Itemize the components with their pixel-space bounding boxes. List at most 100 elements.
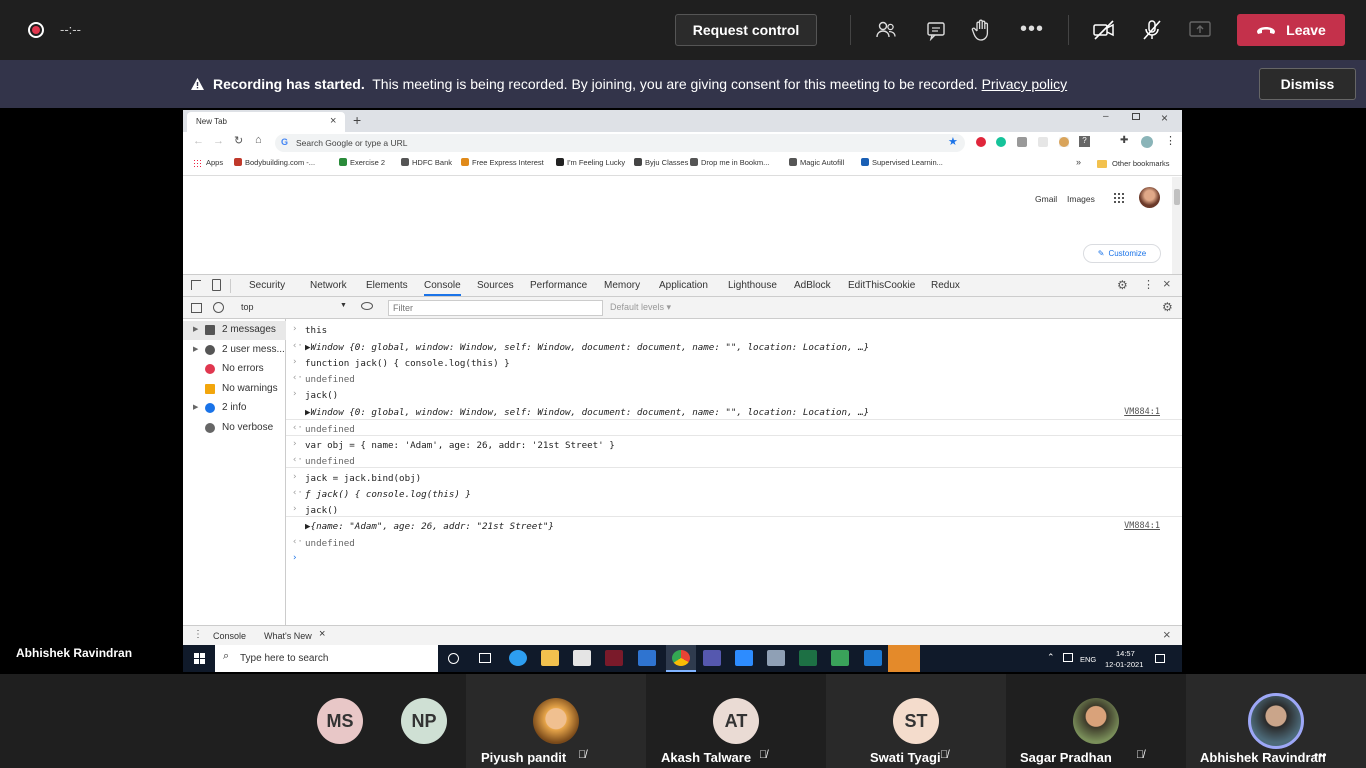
drawer-tab-close-icon[interactable]: × xyxy=(319,628,325,640)
bookmark-item[interactable]: Supervised Learnin... xyxy=(861,158,943,172)
vscode-icon[interactable] xyxy=(864,650,882,666)
console-sidebar-item[interactable]: No verbose xyxy=(183,419,286,438)
tab-close-icon[interactable]: × xyxy=(330,115,336,127)
more-options-icon[interactable]: ••• xyxy=(1314,748,1327,762)
language-indicator[interactable]: ENG xyxy=(1080,655,1096,664)
task-view-icon[interactable] xyxy=(479,653,491,663)
forward-icon[interactable]: → xyxy=(213,135,224,147)
google-apps-icon[interactable] xyxy=(1113,192,1124,203)
participant-tile[interactable]: MS xyxy=(300,674,382,768)
console-line[interactable]: › jack() xyxy=(286,387,1182,404)
extensions-puzzle-icon[interactable]: ✚ xyxy=(1120,135,1128,146)
devtools-tab-performance[interactable]: Performance xyxy=(530,280,587,291)
apps-icon[interactable] xyxy=(193,159,202,168)
bookmark-item[interactable]: Exercise 2 xyxy=(339,158,385,172)
teams-icon[interactable] xyxy=(703,650,721,666)
extension-help-icon[interactable]: ? xyxy=(1079,136,1090,147)
console-sidebar-item[interactable]: No warnings xyxy=(183,380,286,399)
file-explorer-icon[interactable] xyxy=(541,650,559,666)
extension-grammarly-icon[interactable] xyxy=(996,137,1006,147)
participant-tile[interactable]: Piyush pandit 🎙̸ xyxy=(466,674,646,768)
devtools-tab-memory[interactable]: Memory xyxy=(604,280,640,291)
bookmark-item[interactable]: Apps xyxy=(206,158,223,172)
minimize-icon[interactable]: – xyxy=(1103,111,1109,122)
live-expression-eye-icon[interactable] xyxy=(361,302,373,310)
devtools-tab-editthiscookie[interactable]: EditThisCookie xyxy=(848,280,915,291)
participant-tile[interactable]: AT Akash Talware 🎙̸ xyxy=(646,674,826,768)
drawer-close-icon[interactable]: × xyxy=(1163,627,1171,642)
active-app-taskbar-item[interactable] xyxy=(888,645,920,672)
clock-time[interactable]: 14:57 xyxy=(1116,649,1135,658)
participant-tile[interactable]: Abhishek Ravindran ••• xyxy=(1186,674,1366,768)
chat-icon[interactable] xyxy=(925,19,947,41)
mail-icon[interactable] xyxy=(638,650,656,666)
participant-tile[interactable]: ST Swati Tyagi 🎙̸ xyxy=(826,674,1006,768)
extension-icon[interactable] xyxy=(1017,137,1027,147)
sidebar-toggle-icon[interactable] xyxy=(191,303,202,313)
tray-chevron-icon[interactable]: ⌃ xyxy=(1047,652,1055,663)
expand-arrow-icon[interactable]: ▶ xyxy=(193,403,198,411)
console-line[interactable]: › var obj = { name: 'Adam', age: 26, addr… xyxy=(286,437,1182,454)
drawer-menu-icon[interactable]: ⋮ xyxy=(193,629,203,640)
console-line[interactable]: ‹· ▶Window {0: global, window: Window, se… xyxy=(286,339,1182,356)
page-scrollbar[interactable] xyxy=(1172,177,1182,274)
taskbar-search[interactable]: ⌕ Type here to search xyxy=(215,645,438,672)
expand-arrow-icon[interactable]: ▶ xyxy=(193,325,198,333)
drawer-tab-console[interactable]: Console xyxy=(213,631,246,641)
more-options-icon[interactable]: ••• xyxy=(1020,18,1044,41)
devtools-tab-adblock[interactable]: AdBlock xyxy=(794,280,831,291)
clear-console-icon[interactable] xyxy=(213,302,224,313)
customize-button[interactable]: ✎ Customize xyxy=(1083,244,1161,263)
game-app-icon[interactable] xyxy=(605,650,623,666)
console-line[interactable]: ‹· ƒ jack() { console.log(this) } xyxy=(286,486,1182,503)
context-selector[interactable]: top ▼ xyxy=(236,301,347,316)
devtools-tab-security[interactable]: Security xyxy=(249,280,285,291)
images-link[interactable]: Images xyxy=(1067,194,1095,204)
bookmark-item[interactable]: Magic Autofill xyxy=(789,158,844,172)
devtools-close-icon[interactable]: × xyxy=(1163,276,1171,291)
browser-tab[interactable]: New Tab × xyxy=(187,112,345,132)
console-line[interactable]: › function jack() { console.log(this) } xyxy=(286,355,1182,372)
network-icon[interactable] xyxy=(1063,653,1073,662)
extension-icon[interactable] xyxy=(1038,137,1048,147)
windows-start-icon[interactable] xyxy=(194,653,205,664)
bookmark-item[interactable]: Free Express Interest xyxy=(461,158,544,172)
notifications-icon[interactable] xyxy=(1155,654,1165,663)
clock-date[interactable]: 12-01-2021 xyxy=(1105,660,1143,669)
console-source-link[interactable]: VM884:1 xyxy=(1124,521,1160,531)
console-line[interactable]: › xyxy=(286,551,1182,568)
store-icon[interactable] xyxy=(573,650,591,666)
console-line[interactable]: ‹· undefined xyxy=(286,371,1182,388)
devtools-tab-console[interactable]: Console xyxy=(424,280,461,296)
bookmark-item[interactable]: Bodybuilding.com -... xyxy=(234,158,315,172)
mic-off-icon[interactable] xyxy=(1141,18,1163,42)
extension-opera-icon[interactable] xyxy=(976,137,986,147)
console-sidebar-item[interactable]: ▶ 2 info xyxy=(183,399,286,418)
extension-cookie-icon[interactable] xyxy=(1059,137,1069,147)
raise-hand-icon[interactable] xyxy=(971,18,993,42)
devtools-tab-application[interactable]: Application xyxy=(659,280,708,291)
console-sidebar-item[interactable]: No errors xyxy=(183,360,286,379)
gmail-link[interactable]: Gmail xyxy=(1035,194,1057,204)
new-tab-icon[interactable]: + xyxy=(353,112,361,128)
console-source-link[interactable]: VM884:1 xyxy=(1124,407,1160,417)
chrome-menu-icon[interactable]: ⋮ xyxy=(1165,134,1176,147)
back-icon[interactable]: ← xyxy=(193,135,204,147)
devtools-tab-elements[interactable]: Elements xyxy=(366,280,408,291)
share-screen-icon[interactable] xyxy=(1188,19,1212,41)
console-line[interactable]: ▶{name: "Adam", age: 26, addr: "21st Str… xyxy=(286,518,1182,535)
participant-tile[interactable]: Sagar Pradhan 🎙̸ xyxy=(1006,674,1186,768)
devtools-settings-icon[interactable]: ⚙ xyxy=(1117,278,1128,292)
console-settings-icon[interactable]: ⚙ xyxy=(1162,300,1173,314)
console-line[interactable]: ‹· undefined xyxy=(286,421,1182,438)
console-line[interactable]: › jack() xyxy=(286,502,1182,519)
maximize-icon[interactable] xyxy=(1132,113,1140,120)
console-line[interactable]: ▶Window {0: global, window: Window, self… xyxy=(286,404,1182,421)
console-line[interactable]: › this xyxy=(286,322,1182,339)
account-avatar[interactable] xyxy=(1139,187,1160,208)
calculator-icon[interactable] xyxy=(767,650,785,666)
bookmark-item[interactable]: Byju Classes xyxy=(634,158,688,172)
camera-off-icon[interactable] xyxy=(1092,19,1116,41)
participants-icon[interactable] xyxy=(875,19,897,41)
console-sidebar-item[interactable]: ▶ 2 messages xyxy=(183,321,286,340)
